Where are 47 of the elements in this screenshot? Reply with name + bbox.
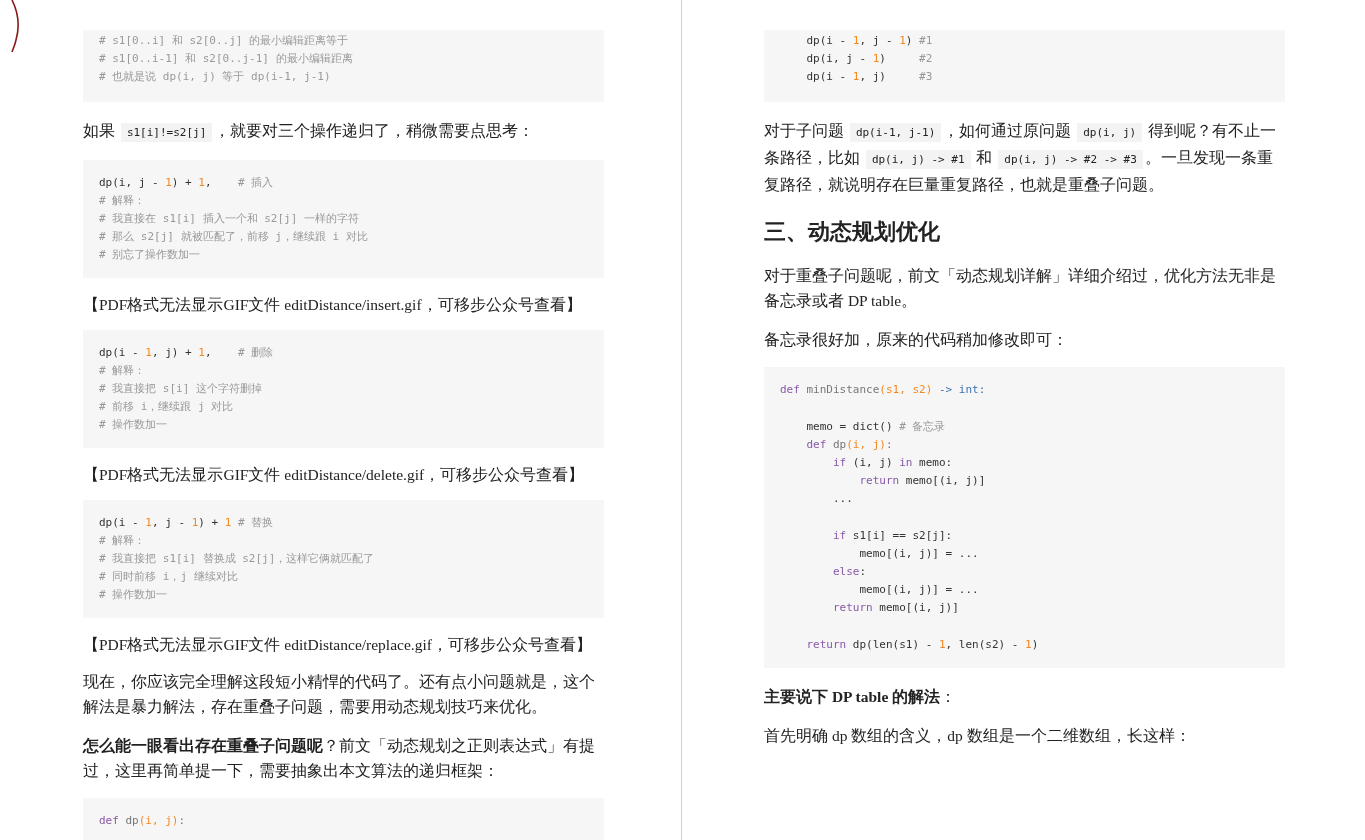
paragraph: 现在，你应该完全理解这段短小精悍的代码了。还有点小问题就是，这个解法是暴力解法，存在重叠子问题，需要用动态规划技巧来优化。 <box>83 672 596 717</box>
paragraph: 怎么能一眼看出存在重叠子问题呢？前文「动态规划之正则表达式」有提过，这里再简单提一下，需要抽象出本文算法的递归框架： <box>83 736 596 781</box>
code-line: memo = dict() # 备忘录 <box>805 419 947 435</box>
paragraph: 备忘录很好加，原来的代码稍加修改即可： <box>764 330 1069 350</box>
paragraph: 对于重叠子问题呢，前文「动态规划详解」详细介绍过，优化方法无非是备忘录或者 DP table。 <box>764 266 1277 311</box>
notice-text: 【PDF格式无法显示GIF文件 editDistance/insert.gif，可移步公众号查看】 <box>83 295 583 315</box>
paragraph: 对于子问题 dp(i-1, j-1) ，如何通过原问题 dp(i, j) 得到呢？有不止一条路径，比如 dp(i, j) -> #1 和 dp(i, j) -> #2 -> #3 。一旦发现一条重复路径，就说明存在巨量重复路径，也就是重叠子问题。 <box>764 121 1278 195</box>
code-line: # 那么 s2[j] 就被匹配了，前移 j，继续跟 i 对比 <box>99 229 369 245</box>
code-line: ... <box>831 491 854 507</box>
code-line: # s1[0..i-1] 和 s2[0..j-1] 的最小编辑距离 <box>99 51 354 67</box>
code-line: def dp(i, j): <box>99 813 187 829</box>
code-line: # 同时前移 i，j 继续对比 <box>99 569 239 585</box>
code-line: if (i, j) in memo: <box>831 455 954 471</box>
paragraph: 首先明确 dp 数组的含义，dp 数组是一个二维数组，长这样： <box>764 726 1192 746</box>
code-line: # 解释： <box>99 193 147 209</box>
paragraph: 如果 s1[i]!=s2[j] ，就要对三个操作递归了，稍微需要点思考： <box>83 118 604 145</box>
code-line: return memo[(i, j)] <box>858 473 987 489</box>
code-line: # 我直接把 s[i] 这个字符删掉 <box>99 381 263 397</box>
code-line: # 操作数加一 <box>99 417 169 433</box>
section-heading: 三、动态规划优化 <box>764 218 941 246</box>
code-line: dp(i, j - 1) #2 <box>805 51 934 67</box>
code-line: memo[(i, j)] = ... <box>858 546 980 562</box>
code-line: # 操作数加一 <box>99 587 169 603</box>
code-line: # 我直接把 s1[i] 替换成 s2[j]，这样它俩就匹配了 <box>99 551 376 567</box>
code-line: dp(i - 1, j) + 1, # 删除 <box>99 345 275 361</box>
code-line: dp(i - 1, j - 1) #1 <box>805 33 934 49</box>
code-line: def dp(i, j): <box>805 437 894 453</box>
code-line: if s1[i] == s2[j]: <box>831 528 954 544</box>
code-line: # 我直接在 s1[i] 插入一个和 s2[j] 一样的字符 <box>99 211 360 227</box>
paragraph: 主要说下 DP table 的解法： <box>764 687 958 707</box>
code-line: dp(i - 1, j - 1) + 1 # 替换 <box>99 515 275 531</box>
pen-stroke-icon <box>11 0 21 52</box>
code-line: else: <box>831 564 868 580</box>
code-line: return dp(len(s1) - 1, len(s2) - 1) <box>805 637 1040 653</box>
code-line: dp(i - 1, j) #3 <box>805 69 934 85</box>
code-line: # 别忘了操作数加一 <box>99 247 202 263</box>
code-line: # 解释： <box>99 533 147 549</box>
code-line: memo[(i, j)] = ... <box>858 582 980 598</box>
code-line: # 前移 i，继续跟 j 对比 <box>99 399 235 415</box>
code-line: return memo[(i, j)] <box>831 600 960 616</box>
code-line: # 也就是说 dp(i, j) 等于 dp(i-1, j-1) <box>99 69 332 85</box>
code-line: def minDistance(s1, s2) -> int: <box>780 382 987 398</box>
code-line: # 解释： <box>99 363 147 379</box>
notice-text: 【PDF格式无法显示GIF文件 editDistance/replace.gif，可移步公众号查看】 <box>83 635 593 655</box>
code-line: dp(i, j - 1) + 1, # 插入 <box>99 175 275 191</box>
notice-text: 【PDF格式无法显示GIF文件 editDistance/delete.gif，可移步公众号查看】 <box>83 465 586 485</box>
code-line: # s1[0..i] 和 s2[0..j] 的最小编辑距离等于 <box>99 33 350 49</box>
